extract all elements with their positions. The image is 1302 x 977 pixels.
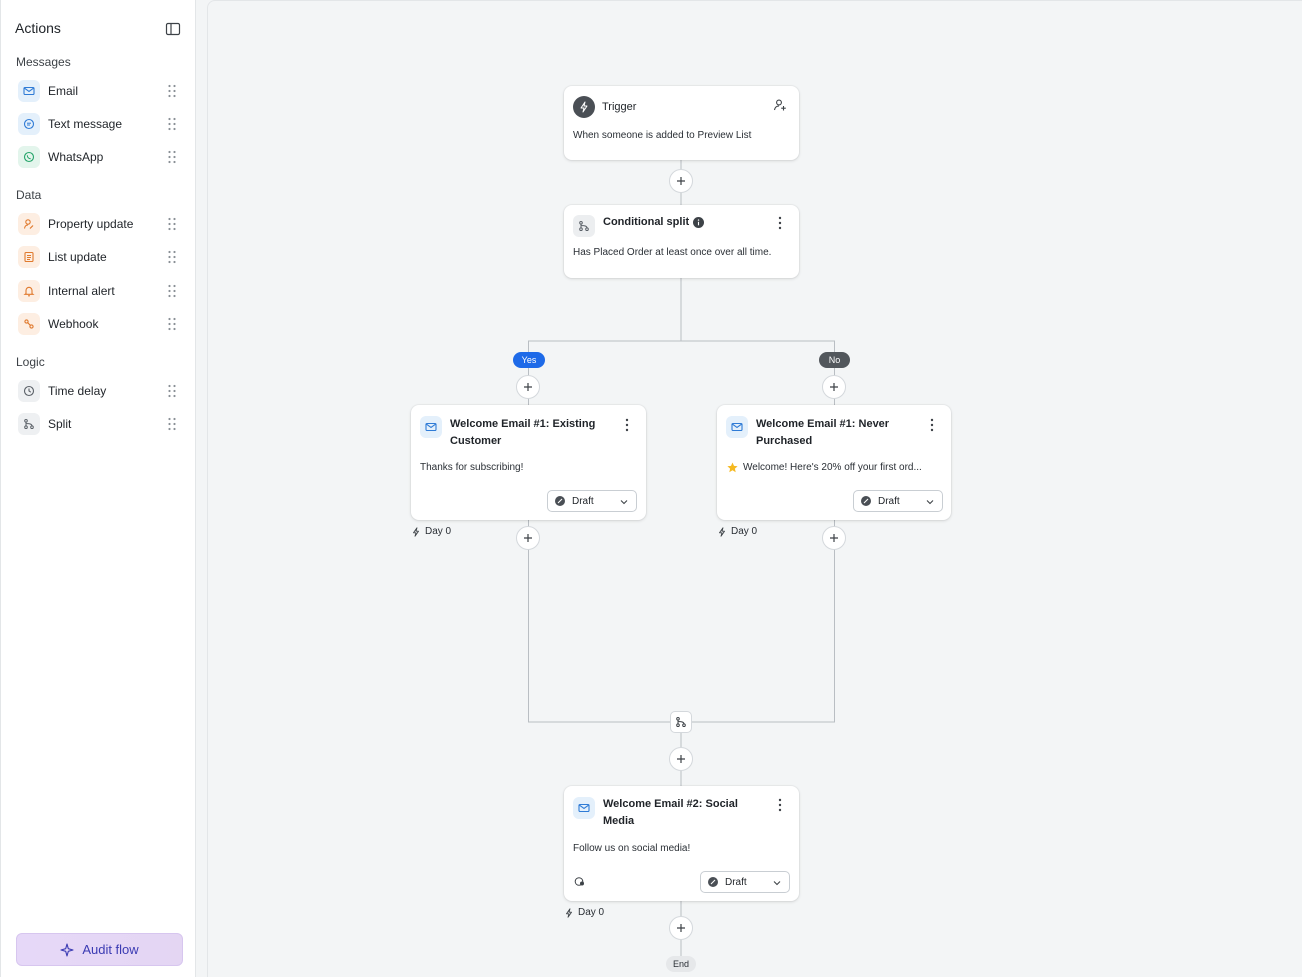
email-title-line2: Media	[603, 815, 635, 827]
email-card-never-purchased[interactable]: Welcome Email #1: Never Purchased Welcom…	[717, 405, 951, 520]
email-card-social-media[interactable]: Welcome Email #2: Social Media Follow us…	[564, 786, 799, 901]
plus-icon	[677, 755, 685, 763]
user-add-icon[interactable]	[773, 98, 787, 112]
day-text: Day 0	[731, 526, 758, 537]
star-emoji-icon	[727, 462, 738, 473]
draft-status-icon	[708, 877, 718, 887]
plus-icon	[524, 383, 532, 391]
email-icon	[573, 797, 595, 819]
trigger-description: When someone is added to Preview List	[573, 130, 752, 141]
conditional-split-description: Has Placed Order at least once over all …	[573, 247, 772, 258]
status-dropdown[interactable]: Draft	[853, 490, 943, 512]
add-step-button-never[interactable]	[822, 526, 846, 550]
more-options-icon[interactable]	[777, 216, 783, 230]
add-step-button-no[interactable]	[822, 375, 846, 399]
add-step-button-existing[interactable]	[516, 526, 540, 550]
end-badge: End	[666, 956, 696, 972]
day-text: Day 0	[578, 907, 605, 918]
branch-no-badge: No	[819, 352, 850, 368]
add-step-button-end[interactable]	[669, 916, 693, 940]
more-options-icon[interactable]	[929, 418, 935, 432]
email-title-line1: Welcome Email #1: Never	[756, 418, 890, 430]
lightning-icon	[413, 526, 419, 537]
merge-node[interactable]	[670, 711, 692, 733]
conditional-split-card[interactable]: Conditional split Has Placed Order at le…	[564, 205, 799, 278]
email-icon	[726, 416, 748, 438]
info-icon[interactable]	[693, 217, 704, 228]
lightning-icon	[566, 907, 572, 918]
plus-icon	[677, 924, 685, 932]
status-label: Draft	[878, 495, 900, 507]
status-dropdown[interactable]: Draft	[547, 490, 637, 512]
status-label: Draft	[572, 495, 594, 507]
add-step-button-merge[interactable]	[669, 747, 693, 771]
trigger-title: Trigger	[602, 101, 637, 113]
more-options-icon[interactable]	[624, 418, 630, 432]
trigger-card[interactable]: Trigger When someone is added to Preview…	[564, 86, 799, 160]
branch-yes-badge: Yes	[513, 352, 545, 368]
chevron-down-icon	[773, 881, 781, 886]
chevron-down-icon	[926, 500, 934, 505]
more-options-icon[interactable]	[777, 798, 783, 812]
status-dropdown[interactable]: Draft	[700, 871, 790, 893]
add-step-button-yes[interactable]	[516, 375, 540, 399]
email-title-line1: Welcome Email #2: Social	[603, 798, 738, 810]
email-preview-text: Thanks for subscribing!	[420, 462, 524, 473]
email-title-line2: Purchased	[756, 435, 813, 447]
email-preview-text: Welcome! Here's 20% off your first ord..…	[743, 462, 922, 473]
email-title-line1: Welcome Email #1: Existing	[450, 418, 596, 430]
delay-label-existing: Day 0	[411, 526, 451, 537]
plus-icon	[677, 177, 685, 185]
day-text: Day 0	[425, 526, 452, 537]
plus-icon	[524, 534, 532, 542]
lightning-icon	[719, 526, 725, 537]
split-icon	[573, 215, 595, 237]
conditional-split-title: Conditional split	[603, 216, 690, 228]
email-preview-text: Follow us on social media!	[573, 843, 691, 854]
plus-icon	[830, 534, 838, 542]
status-label: Draft	[725, 876, 747, 888]
smart-send-icon	[574, 877, 584, 886]
email-title-line2: Customer	[450, 435, 502, 447]
draft-status-icon	[555, 496, 565, 506]
delay-label-social: Day 0	[564, 907, 604, 918]
delay-label-never: Day 0	[717, 526, 757, 537]
email-card-existing-customer[interactable]: Welcome Email #1: Existing Customer Than…	[411, 405, 646, 520]
chevron-down-icon	[620, 500, 628, 505]
plus-icon	[830, 383, 838, 391]
lightning-icon	[573, 96, 595, 118]
draft-status-icon	[861, 496, 871, 506]
merge-icon	[676, 717, 686, 727]
add-step-button[interactable]	[669, 169, 693, 193]
email-icon	[420, 416, 442, 438]
